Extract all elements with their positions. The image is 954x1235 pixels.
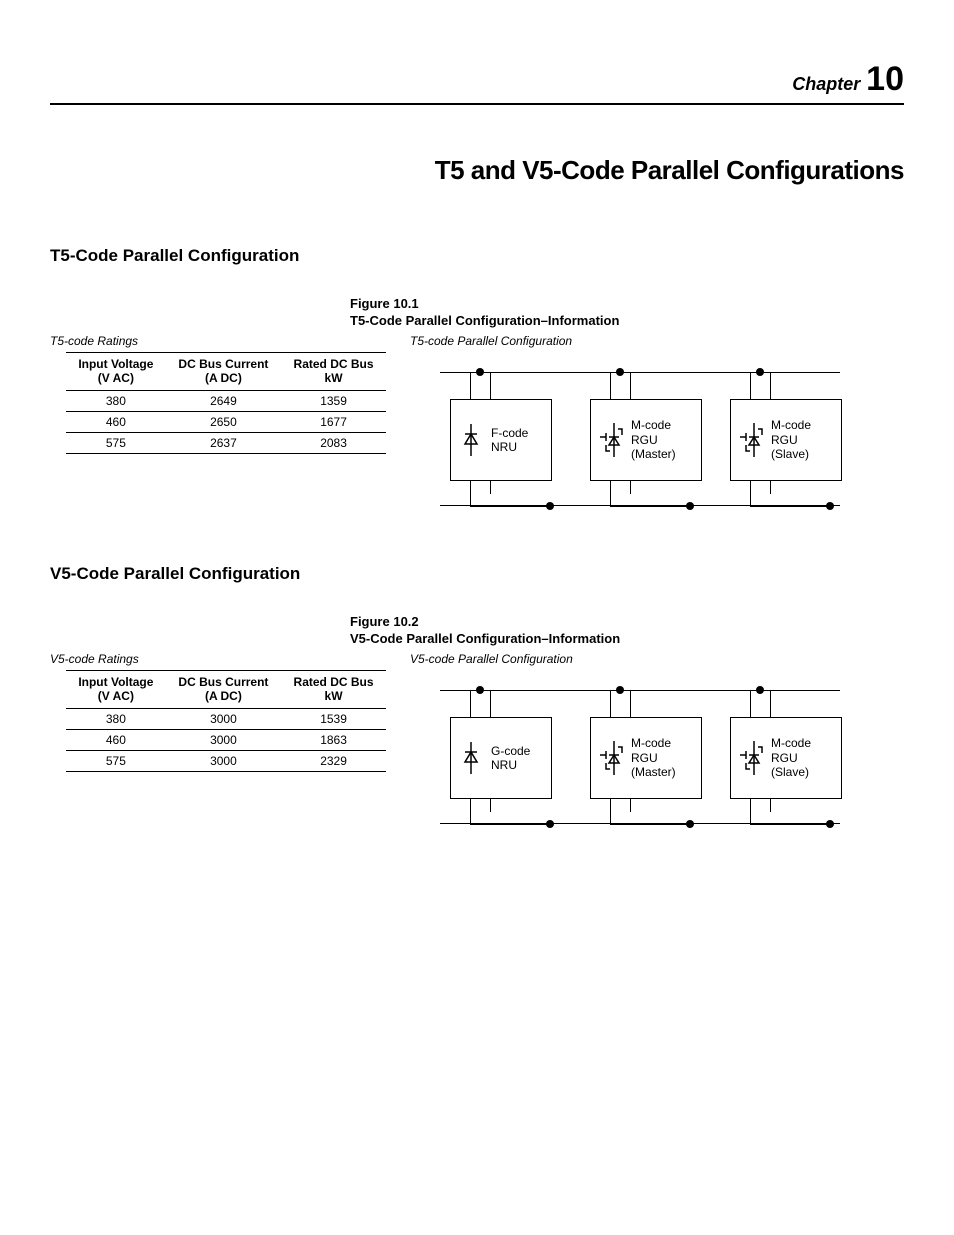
- col-header: Rated DC Bus: [294, 675, 374, 689]
- igbt-icon: [591, 423, 631, 457]
- igbt-icon: [731, 741, 771, 775]
- unit-rgu-master: M-code RGU (Master): [590, 717, 702, 799]
- bus-node-icon: [756, 368, 764, 376]
- diode-icon: [451, 742, 491, 774]
- cell: 3000: [166, 708, 281, 729]
- col-header-sub: kW: [325, 371, 343, 385]
- table-row: 57526372083: [66, 432, 386, 453]
- table-row: 38030001539: [66, 708, 386, 729]
- cell: 2650: [166, 411, 281, 432]
- unit-label: (Slave): [771, 447, 809, 461]
- ratings-table-v5: Input Voltage(V AC) DC Bus Current(A DC)…: [66, 670, 386, 772]
- cell: 2637: [166, 432, 281, 453]
- cell: 2083: [281, 432, 386, 453]
- unit-label: RGU: [771, 433, 798, 447]
- col-header: Input Voltage: [78, 675, 153, 689]
- diagram-title-v5: V5-code Parallel Configuration: [410, 652, 904, 666]
- diagram-title-t5: T5-code Parallel Configuration: [410, 334, 904, 348]
- figure-title-t5: T5-Code Parallel Configuration–Informati…: [350, 313, 904, 328]
- chapter-number: 10: [866, 60, 904, 98]
- section-heading-t5: T5-Code Parallel Configuration: [50, 246, 904, 266]
- unit-rgu-slave: M-code RGU (Slave): [730, 717, 842, 799]
- table-header-row: Input Voltage(V AC) DC Bus Current(A DC)…: [66, 671, 386, 709]
- unit-label: RGU: [631, 433, 658, 447]
- cell: 380: [66, 390, 166, 411]
- diagram-t5: F-code NRU: [410, 354, 840, 524]
- section-heading-v5: V5-Code Parallel Configuration: [50, 564, 904, 584]
- table-row: 46030001863: [66, 729, 386, 750]
- diagram-v5: G-code NRU M-cod: [410, 672, 840, 842]
- chapter-header: Chapter 10: [50, 60, 904, 105]
- col-header-sub: (V AC): [98, 689, 134, 703]
- bus-node-icon: [476, 368, 484, 376]
- col-header-sub: (V AC): [98, 371, 134, 385]
- bus-node-icon: [616, 368, 624, 376]
- cell: 380: [66, 708, 166, 729]
- diode-icon: [451, 424, 491, 456]
- unit-nru: F-code NRU: [450, 399, 552, 481]
- table-row: 46026501677: [66, 411, 386, 432]
- unit-rgu-slave: M-code RGU (Slave): [730, 399, 842, 481]
- page-title: T5 and V5-Code Parallel Configurations: [50, 155, 904, 186]
- col-header: DC Bus Current: [178, 357, 268, 371]
- cell: 1539: [281, 708, 386, 729]
- figure-number-t5: Figure 10.1: [350, 296, 904, 311]
- cell: 3000: [166, 729, 281, 750]
- unit-rgu-master: M-code RGU (Master): [590, 399, 702, 481]
- col-header: Rated DC Bus: [294, 357, 374, 371]
- igbt-icon: [591, 741, 631, 775]
- table-title-t5: T5-code Ratings: [50, 334, 370, 348]
- col-header-sub: (A DC): [205, 371, 242, 385]
- unit-nru: G-code NRU: [450, 717, 552, 799]
- unit-label: NRU: [491, 758, 517, 772]
- unit-label: M-code: [771, 736, 811, 750]
- ratings-table-t5: Input Voltage(V AC) DC Bus Current(A DC)…: [66, 352, 386, 454]
- table-header-row: Input Voltage(V AC) DC Bus Current(A DC)…: [66, 353, 386, 391]
- table-row: 57530002329: [66, 750, 386, 771]
- table-row: 38026491359: [66, 390, 386, 411]
- unit-label: NRU: [491, 440, 517, 454]
- unit-label: M-code: [631, 736, 671, 750]
- cell: 1677: [281, 411, 386, 432]
- figure-title-v5: V5-Code Parallel Configuration–Informati…: [350, 631, 904, 646]
- cell: 460: [66, 411, 166, 432]
- bus-node-icon: [476, 686, 484, 694]
- unit-label: (Slave): [771, 765, 809, 779]
- cell: 1863: [281, 729, 386, 750]
- cell: 3000: [166, 750, 281, 771]
- col-header-sub: (A DC): [205, 689, 242, 703]
- bus-node-icon: [616, 686, 624, 694]
- bus-node-icon: [756, 686, 764, 694]
- unit-label: RGU: [631, 751, 658, 765]
- col-header: Input Voltage: [78, 357, 153, 371]
- table-title-v5: V5-code Ratings: [50, 652, 370, 666]
- cell: 575: [66, 750, 166, 771]
- unit-label: G-code: [491, 744, 530, 758]
- figure-number-v5: Figure 10.2: [350, 614, 904, 629]
- unit-label: (Master): [631, 765, 676, 779]
- unit-label: RGU: [771, 751, 798, 765]
- cell: 575: [66, 432, 166, 453]
- col-header: DC Bus Current: [178, 675, 268, 689]
- cell: 2329: [281, 750, 386, 771]
- cell: 1359: [281, 390, 386, 411]
- col-header-sub: kW: [325, 689, 343, 703]
- unit-label: (Master): [631, 447, 676, 461]
- unit-label: M-code: [631, 418, 671, 432]
- cell: 460: [66, 729, 166, 750]
- chapter-label: Chapter: [792, 74, 860, 94]
- cell: 2649: [166, 390, 281, 411]
- igbt-icon: [731, 423, 771, 457]
- unit-label: M-code: [771, 418, 811, 432]
- unit-label: F-code: [491, 426, 528, 440]
